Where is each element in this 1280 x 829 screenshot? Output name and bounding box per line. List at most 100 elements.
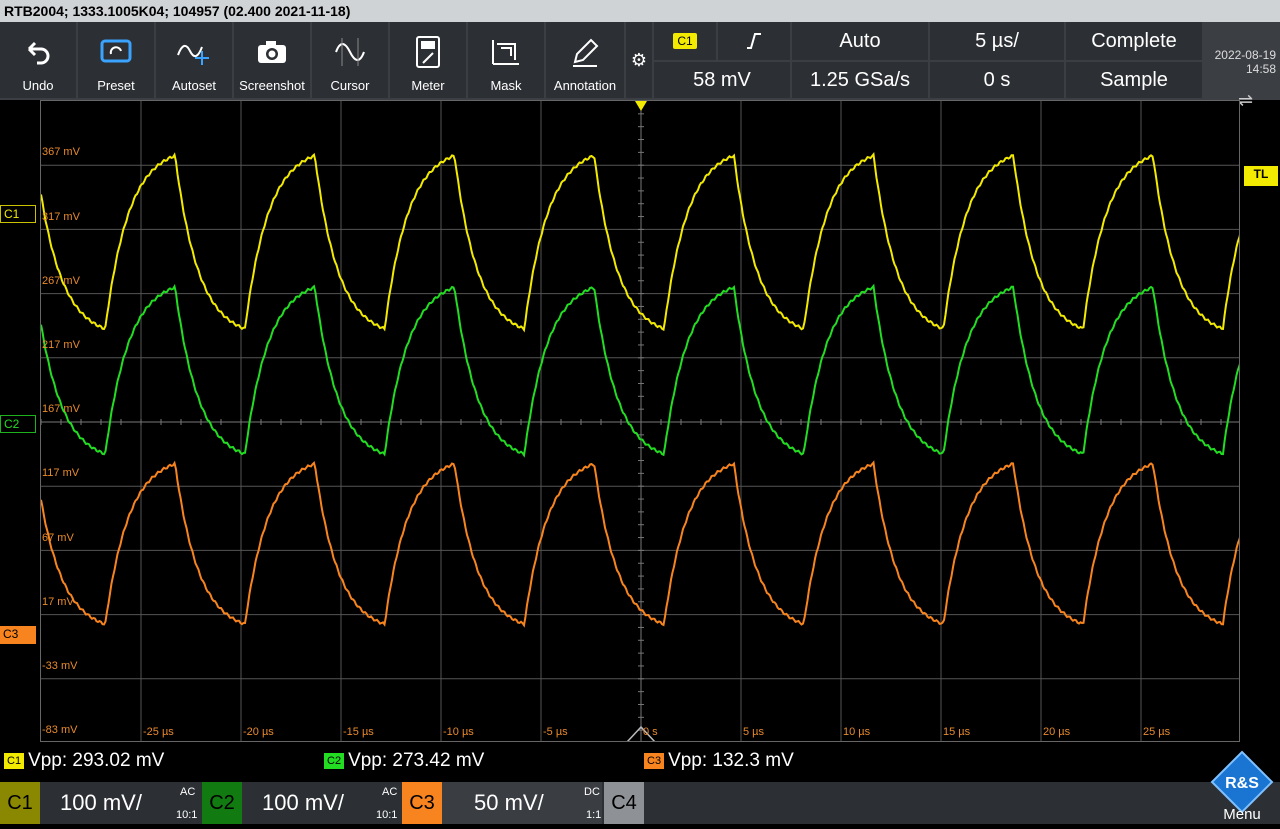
meter-label: Meter <box>411 78 445 93</box>
measurement-c1-value: Vpp: 293.02 mV <box>28 750 165 771</box>
screenshot-label: Screenshot <box>239 78 305 93</box>
ch1-offset-marker[interactable]: C1 <box>0 205 36 223</box>
time-label: 10 µs <box>843 726 871 738</box>
measurement-c3-value: Vpp: 132.3 mV <box>668 750 794 771</box>
voltage-label: 17 mV <box>42 595 74 608</box>
time-label: -20 µs <box>243 726 274 738</box>
undo-icon <box>23 32 53 72</box>
undo-button[interactable]: Undo <box>0 22 76 98</box>
time-scale: 5 µs/ <box>975 29 1019 52</box>
trigger-level-cell[interactable]: 58 mV <box>654 62 790 98</box>
measurement-c2-value: Vpp: 273.42 mV <box>348 750 485 771</box>
measurement-bar: C1 Vpp: 293.02 mV C2 Vpp: 273.42 mV C3 Vpp:… <box>0 742 1280 782</box>
time-label: -25 µs <box>143 726 174 738</box>
voltage-label: 217 mV <box>42 338 80 351</box>
time-label: 15 µs <box>943 726 971 738</box>
logo-text: R&S <box>1225 775 1259 792</box>
time-label: 5 µs <box>743 726 765 738</box>
ch2-offset-marker[interactable]: C2 <box>0 415 36 433</box>
menu-button[interactable]: R&S Menu <box>1206 748 1278 824</box>
autoset-label: Autoset <box>171 78 217 93</box>
camera-icon <box>256 32 288 72</box>
sample-rate: 1.25 GSa/s <box>809 68 911 91</box>
channel-bar: C1 100 mV/ AC 10:1 C2 100 mV/ AC 10:1 C3… <box>0 782 1280 824</box>
channel-c4[interactable]: C4 <box>604 782 702 824</box>
channel-c1[interactable]: C1 100 mV/ AC 10:1 <box>0 782 200 824</box>
measurement-c1[interactable]: C1 Vpp: 293.02 mV <box>4 750 164 772</box>
time-label: 0 s <box>643 726 658 738</box>
gear-icon: ⚙ <box>630 49 648 70</box>
channel-c1-coupling: AC <box>180 786 196 798</box>
channel-c2-coupling: AC <box>382 786 398 798</box>
title-bar: RTB2004; 1333.1005K04; 104957 (02.400 20… <box>0 0 1280 22</box>
settings-button[interactable]: ⚙ <box>626 22 652 98</box>
trigger-source-cell[interactable]: C1 <box>654 22 716 60</box>
voltage-label: 117 mV <box>42 467 80 480</box>
annotation-button[interactable]: Annotation <box>546 22 624 98</box>
time-offset-cell[interactable]: 0 s <box>930 62 1064 98</box>
channel-c3-coupling: DC <box>584 786 600 798</box>
channel-c2-scale: 100 mV/ <box>262 790 344 815</box>
time-label: -15 µs <box>343 726 374 738</box>
channel-c2[interactable]: C2 100 mV/ AC 10:1 <box>202 782 400 824</box>
measurement-c3[interactable]: C3 Vpp: 132.3 mV <box>644 750 794 772</box>
trigger-level-marker[interactable]: TL <box>1244 166 1278 186</box>
channel-c3[interactable]: C3 50 mV/ DC 1:1 <box>402 782 602 824</box>
mask-button[interactable]: Mask <box>468 22 544 98</box>
time-label: -5 µs <box>543 726 568 738</box>
time-label: 20 µs <box>1043 726 1071 738</box>
channel-c4-tag: C4 <box>604 782 644 824</box>
channel-c3-scale: 50 mV/ <box>474 790 544 815</box>
time-offset: 0 s <box>983 68 1011 91</box>
sine-cursor-icon <box>334 32 366 72</box>
voltage-label: 267 mV <box>42 274 80 287</box>
autoset-button[interactable]: Autoset <box>156 22 232 98</box>
measurement-c2[interactable]: C2 Vpp: 273.42 mV <box>324 750 484 772</box>
trigger-level: 58 mV <box>693 68 751 91</box>
channel-c3-probe: 1:1 <box>586 809 602 821</box>
trigger-slope-cell[interactable] <box>718 22 790 60</box>
annotation-label: Annotation <box>553 78 617 93</box>
trigger-source-badge: C1 <box>673 33 697 49</box>
channel-c1-tag: C1 <box>0 782 40 824</box>
channel-c2-tag: C2 <box>202 782 242 824</box>
meter-icon <box>415 32 441 72</box>
preset-label: Preset <box>97 78 135 93</box>
acq-status-cell[interactable]: Complete <box>1066 22 1202 60</box>
channel-c1-scale: 100 mV/ <box>60 790 142 815</box>
title-text: RTB2004; 1333.1005K04; 104957 (02.400 20… <box>4 3 351 19</box>
acq-mode-cell[interactable]: Sample <box>1066 62 1202 98</box>
cursor-label: Cursor <box>330 78 370 93</box>
cursor-button[interactable]: Cursor <box>312 22 388 98</box>
rising-edge-icon <box>747 33 761 49</box>
screenshot-button[interactable]: Screenshot <box>234 22 310 98</box>
trigger-mode-cell[interactable]: Auto <box>792 22 928 60</box>
voltage-label: 317 mV <box>42 210 80 223</box>
ch3-offset-marker[interactable]: C3 <box>0 626 36 644</box>
voltage-label: -83 mV <box>42 724 78 737</box>
sample-rate-cell[interactable]: 1.25 GSa/s <box>792 62 928 98</box>
menu-label: Menu <box>1223 806 1261 823</box>
voltage-label: -33 mV <box>42 659 78 672</box>
voltage-label: 167 mV <box>42 403 80 416</box>
toolbar: Undo Preset Autoset Screenshot Cursor Me… <box>0 22 1280 110</box>
date: 2022-08-19 <box>1214 48 1276 62</box>
mask-icon <box>489 32 523 72</box>
channel-c3-tag: C3 <box>402 782 442 824</box>
time-label: 25 µs <box>1143 726 1171 738</box>
preset-button[interactable]: Preset <box>78 22 154 98</box>
autoset-icon <box>176 32 212 72</box>
time: 14:58 <box>1245 62 1276 76</box>
voltage-label: 67 mV <box>42 531 74 544</box>
trigger-position-marker <box>635 101 647 111</box>
channel-c2-probe: 10:1 <box>376 809 398 821</box>
meter-button[interactable]: Meter <box>390 22 466 98</box>
acq-status: Complete <box>1091 29 1177 52</box>
pen-icon <box>569 32 601 72</box>
time-scale-cell[interactable]: 5 µs/ <box>930 22 1064 60</box>
datetime: 2022-08-19 14:58 <box>1204 48 1276 76</box>
acq-mode: Sample <box>1100 68 1168 91</box>
trigger-mode: Auto <box>839 29 881 52</box>
waveform-display[interactable]: 367 mV 317 mV 267 mV 217 mV 167 mV 117 mV 67 m… <box>40 100 1240 742</box>
preset-icon <box>99 32 133 72</box>
